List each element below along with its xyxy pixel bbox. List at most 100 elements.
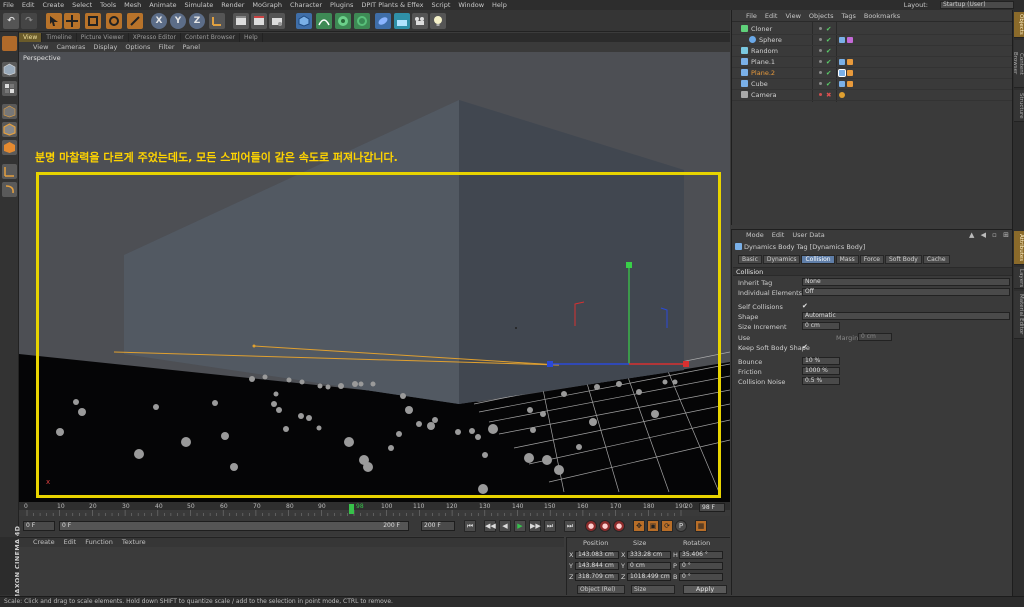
menu-edit[interactable]: Edit (22, 1, 35, 9)
tab-soft-body[interactable]: Soft Body (884, 255, 922, 264)
object-name[interactable]: Plane.2 (751, 69, 775, 77)
tab-view[interactable]: View (19, 33, 43, 42)
previous-frame-button[interactable]: ◀ (499, 520, 511, 532)
visibility-dot[interactable] (819, 71, 822, 75)
objects-menu-tags[interactable]: Tags (841, 10, 855, 21)
go-to-start-button[interactable]: ⏮ (464, 520, 476, 532)
object-row-plane2[interactable]: Plane.2 ✔ (732, 68, 1013, 79)
viewport-menu-panel[interactable]: Panel (183, 42, 201, 52)
start-frame-field[interactable]: 0 F (23, 521, 55, 531)
attr-menu-user-data[interactable]: User Data (792, 230, 824, 240)
side-tab-structure[interactable]: Structure (1014, 90, 1024, 122)
viewport-menu-options[interactable]: Options (125, 42, 150, 52)
coordinate-system-icon[interactable] (209, 13, 225, 29)
viewport-menu-cameras[interactable]: Cameras (56, 42, 85, 52)
size-mode-select[interactable]: Size (631, 585, 675, 594)
dynamics-body-tag-icon[interactable] (839, 36, 845, 43)
disabled-x-icon[interactable]: ✖ (826, 91, 831, 99)
enable-check-icon[interactable]: ✔ (826, 80, 831, 88)
back-icon[interactable]: ◀ (981, 231, 986, 239)
object-row-cube[interactable]: Cube ✔ (732, 79, 1013, 90)
object-name[interactable]: Camera (751, 91, 777, 99)
play-button[interactable]: ▶ (514, 520, 526, 532)
collider-tag-icon[interactable] (838, 68, 846, 77)
object-row-plane1[interactable]: Plane.1 ✔ (732, 57, 1013, 68)
render-view-icon[interactable] (233, 13, 249, 29)
viewport-menu-view[interactable]: View (33, 42, 48, 52)
autokeying-button[interactable]: ● (599, 520, 611, 532)
current-frame-field[interactable]: 98 F (699, 503, 725, 512)
tab-collision[interactable]: Collision (801, 255, 835, 264)
tab-basic[interactable]: Basic (738, 255, 762, 264)
apply-button[interactable]: Apply (683, 585, 727, 594)
individual-elements-select[interactable]: Off (802, 288, 1010, 296)
enable-check-icon[interactable]: ✔ (826, 58, 831, 66)
object-name[interactable]: Random (751, 47, 778, 55)
visibility-dot[interactable] (819, 60, 822, 64)
position-x-field[interactable]: 143.083 cm (575, 550, 619, 559)
rotation-h-field[interactable]: 35.406 ° (679, 550, 723, 559)
y-axis-lock[interactable]: Y (170, 13, 186, 29)
cube-primitive-icon[interactable] (296, 13, 312, 29)
move-tool-icon[interactable] (64, 13, 80, 29)
viewport-menu-display[interactable]: Display (93, 42, 117, 52)
polygons-mode-icon[interactable] (2, 140, 17, 155)
points-mode-icon[interactable] (2, 104, 17, 119)
tab-timeline[interactable]: Timeline (42, 33, 77, 42)
menu-file[interactable]: File (3, 1, 14, 9)
recent-tool-icon[interactable] (127, 13, 143, 29)
lock-icon[interactable]: ▫ (992, 231, 997, 239)
render-picture-viewer-icon[interactable] (251, 13, 267, 29)
next-frame-button[interactable]: ▶▶ (529, 520, 541, 532)
menu-animate[interactable]: Animate (149, 1, 176, 9)
record-active-button[interactable]: ● (585, 520, 597, 532)
menu-dpit[interactable]: DPIT Plants & Effex (361, 1, 423, 9)
camera-object-icon[interactable] (412, 13, 428, 29)
visibility-dot[interactable] (819, 27, 822, 31)
inherit-tag-select[interactable]: None (802, 278, 1010, 286)
keep-soft-body-shape-checkbox[interactable]: ✔ (802, 343, 808, 351)
keyframe-selection-button[interactable]: ● (613, 520, 625, 532)
render-settings-icon[interactable] (269, 13, 285, 29)
object-row-cloner[interactable]: Cloner ✔ (732, 24, 1013, 35)
perspective-viewport[interactable]: Perspective 분명 마찰력을 다르게 주었는데도, 모든 스피어들이 … (19, 52, 730, 502)
frame-range-slider[interactable]: 0 F 200 F (59, 521, 409, 531)
self-collisions-checkbox[interactable]: ✔ (802, 302, 808, 310)
material-tag-icon[interactable] (847, 80, 853, 87)
tab-force[interactable]: Force (859, 255, 884, 264)
enable-check-icon[interactable]: ✔ (826, 25, 831, 33)
material-menu-texture[interactable]: Texture (122, 538, 146, 547)
enable-check-icon[interactable]: ✔ (826, 36, 831, 44)
menu-tools[interactable]: Tools (100, 1, 116, 9)
key-scale-button[interactable]: ▣ (647, 520, 659, 532)
position-y-field[interactable]: 143.844 cm (575, 561, 619, 570)
position-z-field[interactable]: 318.709 cm (575, 572, 619, 581)
visibility-dot[interactable] (819, 93, 822, 97)
end-frame-field[interactable]: 200 F (421, 521, 455, 531)
size-increment-field[interactable]: 0 cm (802, 322, 840, 330)
previous-key-button[interactable]: ◀◀ (484, 520, 496, 532)
tab-help[interactable]: Help (240, 33, 263, 42)
next-key-button[interactable]: ⏭ (544, 520, 556, 532)
object-name[interactable]: Cloner (751, 25, 772, 33)
enable-check-icon[interactable]: ✔ (826, 47, 831, 55)
object-name[interactable]: Cube (751, 80, 768, 88)
bounce-field[interactable]: 10 % (802, 357, 840, 365)
tab-content-browser[interactable]: Content Browser (181, 33, 241, 42)
key-parameter-button[interactable]: P (675, 520, 687, 532)
objects-menu-file[interactable]: File (746, 10, 757, 21)
x-axis-lock[interactable]: X (151, 13, 167, 29)
friction-field[interactable]: 1000 % (802, 367, 840, 375)
shape-select[interactable]: Automatic (802, 312, 1010, 320)
menu-mesh[interactable]: Mesh (124, 1, 141, 9)
objects-menu-bookmarks[interactable]: Bookmarks (864, 10, 900, 21)
rotation-b-field[interactable]: 0 ° (679, 572, 723, 581)
spline-pen-icon[interactable] (316, 13, 332, 29)
margin-field[interactable]: 0 cm (858, 333, 892, 341)
current-frame-marker[interactable]: 98 (356, 503, 364, 510)
collider-tag-icon[interactable] (839, 58, 845, 65)
material-menu-edit[interactable]: Edit (64, 538, 77, 547)
menu-render[interactable]: Render (221, 1, 244, 9)
object-row-camera[interactable]: Camera ✖ (732, 90, 1013, 101)
live-selection-icon[interactable] (46, 13, 62, 29)
